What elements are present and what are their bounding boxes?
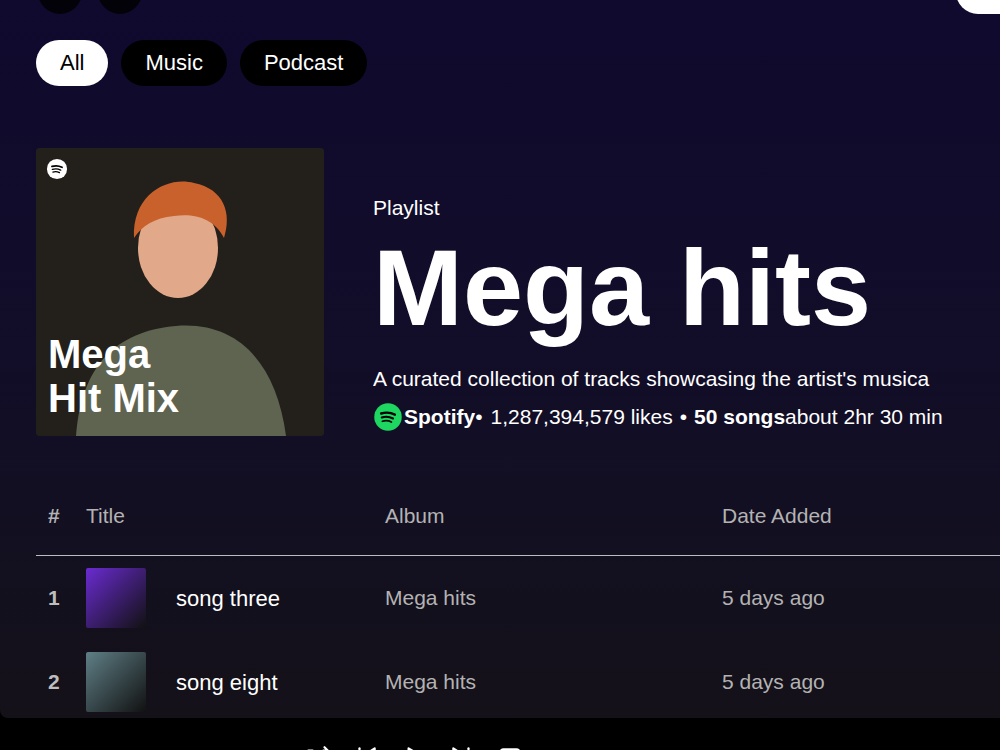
playlist-header: Mega Hit Mix Playlist Mega hits A curated c… — [0, 148, 1000, 436]
separator: • — [680, 402, 687, 432]
playlist-description: A curated collection of tracks showcasin… — [373, 366, 1000, 392]
filter-chip[interactable]: Podcast — [240, 40, 368, 86]
top-bar — [0, 0, 1000, 14]
filter-bar: All Music Podcast — [0, 40, 1000, 86]
column-header: Album — [385, 503, 722, 529]
owner-name[interactable]: Spotify — [404, 402, 475, 432]
previous-icon[interactable] — [353, 744, 379, 750]
duration: about 2hr 30 min — [785, 402, 943, 432]
user-button[interactable] — [956, 0, 1000, 14]
filter-chip[interactable]: All — [36, 40, 108, 86]
column-header: Date Added — [722, 503, 1000, 529]
track-date-added: 5 days ago — [722, 666, 1000, 698]
songs-count: 50 songs — [694, 402, 785, 432]
forward-icon[interactable] — [98, 0, 142, 14]
playlist-type: Playlist — [373, 196, 1000, 220]
track-number: 1 — [36, 582, 86, 614]
column-header: Title — [86, 503, 385, 529]
track-title[interactable]: song three — [176, 582, 280, 615]
column-header: # — [36, 503, 86, 529]
track-thumbnail — [86, 652, 146, 712]
table-header: #TitleAlbumDate Added — [36, 495, 1000, 556]
spotify-logo-icon — [46, 158, 68, 180]
track-title[interactable]: song eight — [176, 666, 278, 699]
player-bar — [0, 718, 1000, 750]
track-thumbnail — [86, 568, 146, 628]
next-icon[interactable] — [449, 744, 475, 750]
play-icon[interactable] — [401, 744, 427, 750]
title-cell: song three — [86, 568, 385, 628]
playlist-title: Mega hits — [373, 232, 1000, 344]
track-album[interactable]: Mega hits — [385, 582, 722, 614]
back-icon[interactable] — [38, 0, 82, 14]
filter-chip[interactable]: Music — [121, 40, 226, 86]
playlist-info: Playlist Mega hits A curated collection of… — [373, 148, 1000, 436]
track-number: 2 — [36, 666, 86, 698]
likes-count: 1,287,394,579 likes — [491, 402, 673, 432]
shuffle-icon[interactable] — [305, 744, 331, 750]
title-cell: song eight — [86, 652, 385, 712]
cover-caption: Mega Hit Mix — [48, 332, 198, 420]
track-date-added: 5 days ago — [722, 582, 1000, 614]
table-row[interactable]: 2 song eight Mega hits5 days ago — [36, 640, 1000, 718]
spotify-logo-icon — [373, 402, 403, 432]
playlist-cover: Mega Hit Mix — [36, 148, 324, 436]
separator: • — [475, 402, 482, 432]
track-table: #TitleAlbumDate Added 1 song three Mega hit… — [36, 495, 1000, 718]
table-row[interactable]: 1 song three Mega hits5 days ago — [36, 556, 1000, 640]
main-panel: AllMusicPodcastMega Hit MixPlaylistMega … — [0, 0, 1000, 718]
track-album[interactable]: Mega hits — [385, 666, 722, 698]
playlist-stats: Spotify•1,287,394,579 likes•50 songsabou… — [373, 402, 1000, 432]
repeat-icon[interactable] — [497, 744, 523, 750]
